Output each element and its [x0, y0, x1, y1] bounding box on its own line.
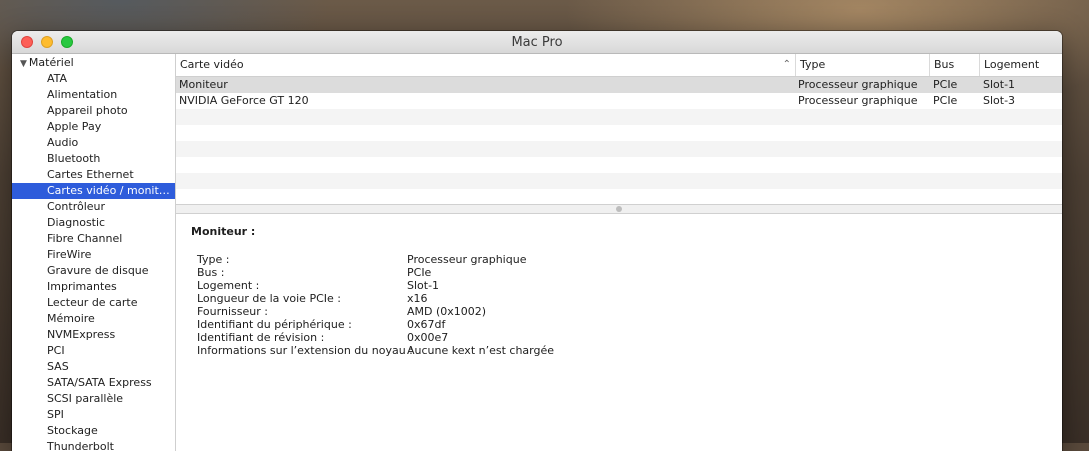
- window-title: Mac Pro: [511, 35, 563, 50]
- table-header: Carte vidéo ⌃ Type Bus Logement: [176, 54, 1062, 77]
- property-value: Slot-1: [407, 279, 440, 292]
- sidebar-item[interactable]: Fibre Channel: [12, 231, 175, 247]
- property-value: 0x00e7: [407, 331, 449, 344]
- sidebar-item[interactable]: Apple Pay: [12, 119, 175, 135]
- sidebar-item[interactable]: Diagnostic: [12, 215, 175, 231]
- sidebar-item[interactable]: Thunderbolt: [12, 439, 175, 451]
- property-label: Fournisseur :: [197, 305, 268, 318]
- sidebar-item[interactable]: Imprimantes: [12, 279, 175, 295]
- sidebar-item[interactable]: SAS: [12, 359, 175, 375]
- empty-row: [176, 157, 1062, 173]
- property-value: Aucune kext n’est chargée: [407, 344, 555, 357]
- sidebar-item[interactable]: NVMExpress: [12, 327, 175, 343]
- sidebar-item[interactable]: Appareil photo: [12, 103, 175, 119]
- table-row[interactable]: NVIDIA GeForce GT 120 Processeur graphiq…: [176, 93, 1062, 109]
- sidebar-group-label: Matériel: [28, 56, 74, 69]
- property-label: Identifiant de révision :: [197, 331, 325, 344]
- sort-ascending-icon: ⌃: [782, 59, 791, 70]
- empty-row: [176, 109, 1062, 125]
- sidebar-item[interactable]: Gravure de disque: [12, 263, 175, 279]
- table-row[interactable]: Moniteur Processeur graphique PCIe Slot-…: [176, 77, 1062, 93]
- sidebar-item[interactable]: Bluetooth: [12, 151, 175, 167]
- property-label: Logement :: [197, 279, 260, 292]
- empty-row: [176, 189, 1062, 203]
- property-value: Processeur graphique: [407, 253, 527, 266]
- sidebar: ▼ Matériel ATA Alimentation Appareil photo A…: [12, 54, 176, 451]
- table-body: Moniteur Processeur graphique PCIe Slot-…: [176, 77, 1062, 203]
- system-information-window: Mac Pro ▼ Matériel ATA Alimentation Apparei…: [12, 31, 1062, 451]
- property-value: AMD (0x1002): [407, 305, 487, 318]
- property-label: Type :: [197, 253, 230, 266]
- sidebar-item[interactable]: SCSI parallèle: [12, 391, 175, 407]
- column-header-carte-video[interactable]: Carte vidéo ⌃: [176, 54, 795, 76]
- column-header-type[interactable]: Type: [795, 54, 929, 76]
- sidebar-item[interactable]: FireWire: [12, 247, 175, 263]
- split-view-divider[interactable]: [176, 204, 1062, 214]
- sidebar-item[interactable]: SATA/SATA Express: [12, 375, 175, 391]
- sidebar-item[interactable]: ATA: [12, 71, 175, 87]
- column-header-bus[interactable]: Bus: [929, 54, 979, 76]
- main-pane: Carte vidéo ⌃ Type Bus Logement Moniteur…: [176, 54, 1062, 451]
- property-value: x16: [407, 292, 428, 305]
- sidebar-item[interactable]: Contrôleur: [12, 199, 175, 215]
- sidebar-item[interactable]: Audio: [12, 135, 175, 151]
- sidebar-item[interactable]: Alimentation: [12, 87, 175, 103]
- title-bar[interactable]: Mac Pro: [12, 31, 1062, 54]
- empty-row: [176, 125, 1062, 141]
- sidebar-item[interactable]: SPI: [12, 407, 175, 423]
- detail-pane: Moniteur : Type : Processeur graphique Bus…: [176, 214, 1062, 451]
- sidebar-item[interactable]: Cartes Ethernet: [12, 167, 175, 183]
- sidebar-item[interactable]: PCI: [12, 343, 175, 359]
- sidebar-group-hardware[interactable]: ▼ Matériel: [20, 55, 74, 70]
- empty-row: [176, 173, 1062, 189]
- empty-row: [176, 141, 1062, 157]
- sidebar-item[interactable]: Lecteur de carte: [12, 295, 175, 311]
- property-label: Informations sur l’extension du noyau :: [197, 344, 413, 357]
- property-label: Longueur de la voie PCIe :: [197, 292, 341, 305]
- property-value: PCIe: [407, 266, 432, 279]
- property-label: Bus :: [197, 266, 225, 279]
- disclosure-triangle-icon[interactable]: ▼: [20, 59, 27, 69]
- sidebar-item[interactable]: Cartes vidéo / monite…: [12, 183, 175, 199]
- column-header-logement[interactable]: Logement: [979, 54, 1062, 76]
- detail-title: Moniteur :: [191, 225, 256, 238]
- property-label: Identifiant du périphérique :: [197, 318, 352, 331]
- sidebar-item[interactable]: Mémoire: [12, 311, 175, 327]
- property-value: 0x67df: [407, 318, 446, 331]
- sidebar-item[interactable]: Stockage: [12, 423, 175, 439]
- divider-handle-icon[interactable]: [616, 206, 622, 212]
